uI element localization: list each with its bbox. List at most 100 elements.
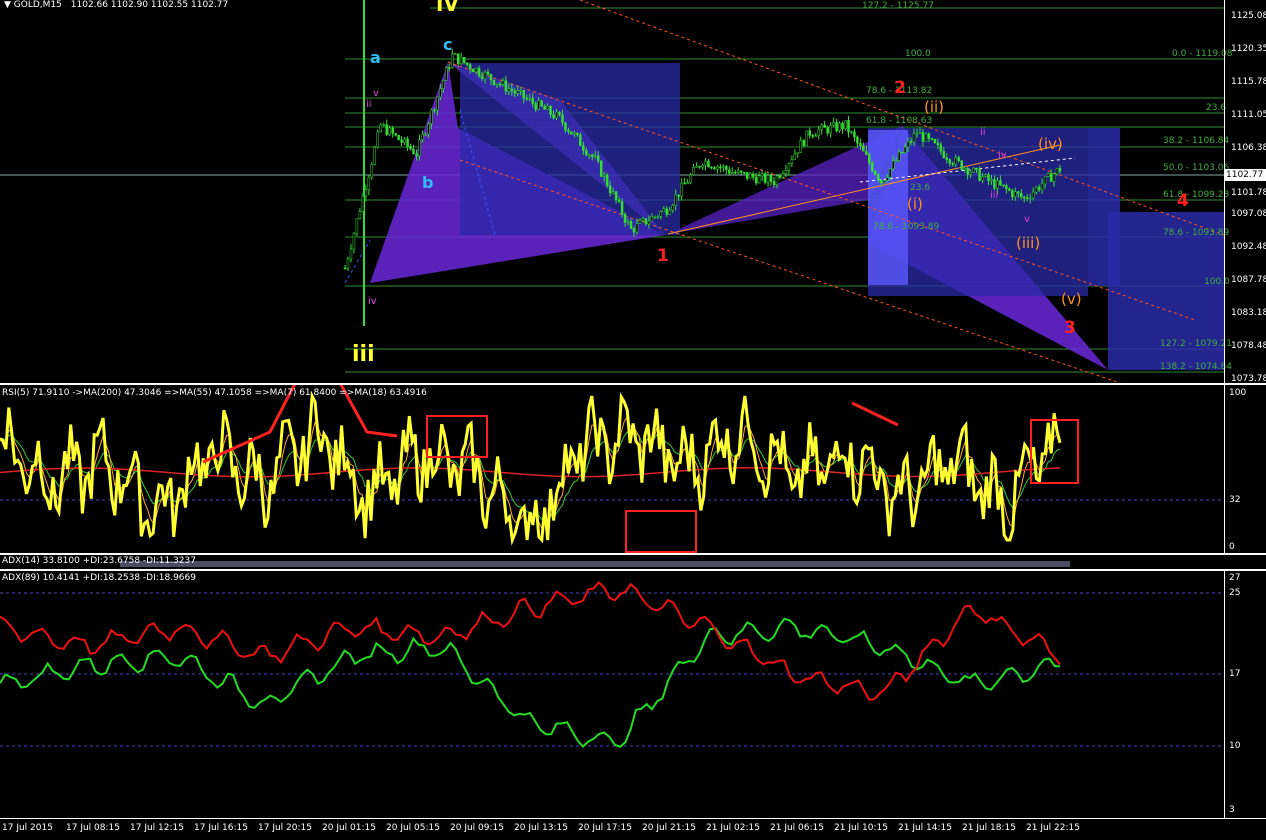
candle-body: [436, 96, 439, 111]
candle-body: [927, 133, 931, 139]
adx-axis[interactable]: 27 25 17 10 3: [1224, 571, 1266, 818]
candle-body: [751, 173, 755, 178]
price-chart[interactable]: [0, 0, 1224, 383]
candle-body: [784, 170, 788, 174]
candle-body: [936, 142, 940, 145]
fib-label: 23.6: [910, 183, 931, 193]
candle-body: [623, 213, 627, 223]
price-tick: 1083.18: [1231, 308, 1266, 318]
candle-body: [957, 157, 960, 161]
candle-body: [802, 140, 806, 147]
rsi-panel[interactable]: RSI(5) 71.9110 ->MA(200) 47.3046 =>MA(55…: [0, 385, 1224, 553]
candle-body: [841, 122, 844, 129]
price-axis[interactable]: 1125.08 1120.35 1115.78 1111.05 1106.38 …: [1224, 0, 1266, 384]
candle-body: [501, 80, 505, 85]
candle-body: [739, 170, 743, 173]
adx14-legend: ADX(14) 33.8100 +DI:23.6758 -DI:11.3237: [2, 556, 196, 566]
candle-body: [433, 109, 436, 112]
candle-body: [391, 127, 394, 134]
candle-body: [355, 218, 359, 234]
time-tick: 21 Jul 18:15: [962, 823, 1016, 833]
price-tick: 1078.48: [1231, 341, 1266, 351]
price-tick: 1101.78: [1231, 188, 1266, 198]
wave-label: (ii): [924, 98, 945, 116]
candle-body: [820, 124, 823, 131]
candle-body: [826, 127, 829, 134]
price-tick: 1115.78: [1231, 77, 1266, 87]
candle-body: [620, 201, 624, 215]
adx-chart[interactable]: [0, 571, 1224, 818]
candle-body: [376, 131, 380, 148]
price-panel[interactable]: ▼ GOLD,M15 1102.66 1102.90 1102.55 1102.…: [0, 0, 1233, 383]
adx-tick: 10: [1229, 741, 1241, 751]
candle-body: [808, 130, 811, 136]
candle-body: [400, 139, 403, 143]
candle-body: [513, 90, 517, 94]
candle-body: [838, 122, 841, 131]
candle-body: [847, 120, 850, 133]
candle-body: [388, 127, 391, 135]
candle-body: [748, 173, 752, 179]
candle-body: [742, 171, 746, 174]
rsi-tick: 100: [1229, 388, 1247, 398]
candle-body: [918, 132, 922, 134]
candle-body: [644, 218, 648, 225]
fib-label: 127.2 - 1125.77: [862, 1, 934, 11]
candle-body: [1011, 190, 1014, 197]
candle-body: [540, 100, 543, 107]
wave-label: b: [422, 173, 434, 192]
candle-body: [1014, 191, 1017, 197]
candle-body: [888, 168, 892, 178]
candle-body: [981, 176, 984, 181]
candle-body: [671, 205, 674, 211]
candle-body: [769, 175, 773, 182]
candle-body: [984, 174, 987, 177]
plus-di-line: [0, 617, 1061, 749]
candle-body: [412, 148, 415, 155]
candle-body: [698, 166, 701, 168]
symbol-title: ▼ GOLD,M15 1102.66 1102.90 1102.55 1102.…: [4, 0, 229, 10]
candle-body: [853, 131, 856, 138]
rsi-annotation-line: [851, 401, 899, 427]
candle-body: [912, 133, 916, 143]
candle-body: [558, 111, 561, 115]
rsi-chart[interactable]: [0, 385, 1224, 553]
candle-body: [882, 180, 886, 184]
candle-body: [728, 169, 731, 174]
wave-label: 1: [657, 246, 669, 266]
time-tick: 17 Jul 12:15: [130, 823, 184, 833]
candle-body: [352, 233, 356, 250]
adx14-band: [120, 561, 1070, 567]
candle-body: [442, 80, 445, 89]
candle-body: [725, 166, 728, 171]
candle-body: [585, 150, 588, 156]
wave-label: 2: [894, 78, 906, 98]
candle-body: [859, 142, 862, 147]
candle-body: [757, 175, 761, 184]
rsi-axis[interactable]: 100 32 0: [1224, 385, 1266, 553]
adx14-panel[interactable]: ADX(14) 33.8100 +DI:23.6758 -DI:11.3237: [0, 555, 1224, 569]
candle-body: [874, 170, 877, 175]
candle-body: [1046, 173, 1050, 177]
candle-body: [993, 179, 996, 189]
candle-body: [787, 163, 791, 171]
candle-body: [921, 132, 925, 142]
candle-body: [647, 220, 651, 225]
candle-body: [894, 160, 898, 162]
adx89-panel[interactable]: ADX(89) 10.4141 +DI:18.2538 -DI:18.9669: [0, 571, 1224, 818]
candle-body: [465, 62, 469, 65]
rsi-legend: RSI(5) 71.9110 ->MA(200) 47.3046 =>MA(55…: [2, 388, 427, 398]
target-box-1: [460, 63, 680, 235]
candle-body: [829, 125, 832, 134]
candle-body: [817, 129, 820, 136]
candle-body: [763, 173, 767, 183]
price-tick: 1125.08: [1231, 11, 1266, 21]
candle-body: [713, 167, 716, 170]
wave-label: ii: [980, 127, 986, 138]
fib-label: 100.0: [905, 49, 931, 59]
candle-body: [525, 97, 528, 100]
candle-body: [835, 122, 838, 131]
candle-body: [418, 139, 421, 157]
candle-body: [924, 133, 928, 142]
time-axis[interactable]: 17 Jul 2015 17 Jul 08:15 17 Jul 12:15 17 Ju…: [0, 818, 1266, 840]
